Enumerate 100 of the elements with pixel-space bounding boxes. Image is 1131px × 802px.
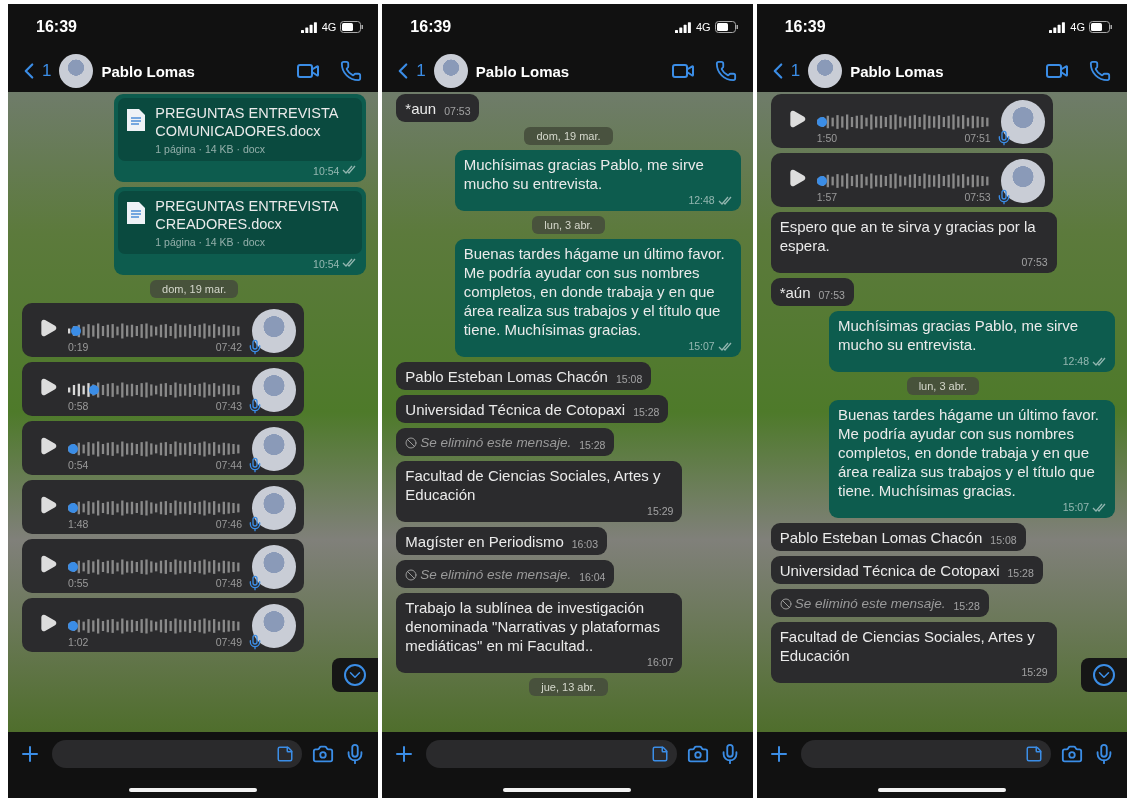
blocked-icon — [405, 568, 418, 581]
progress-thumb[interactable] — [71, 326, 82, 336]
message-text: Espero que an te sirva y gracias por la espera. — [779, 217, 1037, 255]
battery-icon — [1089, 21, 1113, 33]
avatar — [1000, 100, 1045, 144]
signal-icon — [1049, 21, 1067, 33]
signal-icon — [674, 21, 692, 33]
double-check-icon — [717, 341, 732, 351]
message-time: 07:53 — [444, 104, 471, 118]
message-text: Pablo Esteban Lomas Chacón — [779, 528, 983, 547]
sticker-icon[interactable] — [276, 745, 295, 763]
message-time: 12:48 — [688, 193, 715, 207]
back-button[interactable]: 1 — [16, 58, 52, 84]
scroll-down-button[interactable] — [332, 658, 379, 692]
waveform-track[interactable] — [68, 500, 242, 516]
document-info: 1 página · 14 KB · docx — [155, 236, 267, 248]
voice-duration: 0:55 — [68, 577, 89, 589]
document-title: PREGUNTAS ENTREVISTA CREADORES.docx — [155, 197, 340, 233]
message-input[interactable] — [52, 740, 303, 768]
camera-icon[interactable] — [312, 743, 335, 765]
status-time: 16:39 — [36, 18, 78, 36]
camera-icon[interactable] — [1061, 743, 1083, 765]
message-text: *aún — [779, 283, 811, 302]
chevron-down-icon[interactable] — [1093, 664, 1115, 686]
date-chip: lun, 3 abr. — [532, 216, 605, 234]
play-icon[interactable] — [38, 318, 58, 338]
contact-name[interactable]: Pablo Lomas — [101, 62, 283, 80]
play-icon[interactable] — [38, 613, 58, 633]
progress-thumb[interactable] — [816, 176, 827, 186]
progress-thumb[interactable] — [68, 503, 78, 513]
chevron-down-icon[interactable] — [344, 664, 367, 686]
play-icon[interactable] — [38, 436, 58, 456]
voice-duration: 1:57 — [816, 191, 838, 203]
message-time: 07:51 — [964, 132, 991, 144]
waveform-track[interactable] — [68, 323, 242, 339]
deleted-text: Se eliminó este mensaje. — [794, 595, 946, 613]
status-time: 16:39 — [784, 18, 827, 36]
voice-duration: 0:54 — [68, 459, 89, 471]
progress-thumb[interactable] — [816, 117, 827, 127]
avatar[interactable] — [808, 54, 843, 88]
progress-thumb[interactable] — [89, 385, 100, 395]
voice-duration: 1:48 — [68, 518, 89, 530]
sticker-icon[interactable] — [1025, 745, 1043, 763]
back-button[interactable]: 1 — [390, 58, 426, 84]
document-icon — [126, 108, 147, 132]
date-chip: jue, 13 abr. — [529, 678, 608, 696]
message-time: 10:54 — [313, 258, 340, 270]
message-time: 15:28 — [633, 405, 660, 419]
message-time: 15:28 — [953, 599, 980, 613]
voice-duration: 0:58 — [68, 400, 89, 412]
avatar — [252, 486, 296, 530]
contact-name[interactable]: Pablo Lomas — [850, 62, 1031, 80]
message-time: 07:48 — [215, 577, 242, 589]
play-icon[interactable] — [38, 377, 58, 397]
progress-thumb[interactable] — [68, 444, 78, 454]
play-icon[interactable] — [38, 554, 58, 574]
deleted-text: Se eliminó este mensaje. — [420, 434, 572, 452]
document-icon — [126, 201, 147, 225]
avatar[interactable] — [59, 54, 94, 88]
message-time: 15:07 — [1062, 500, 1089, 514]
avatar — [1000, 159, 1045, 203]
message-time: 07:49 — [215, 636, 242, 648]
waveform-track[interactable] — [68, 441, 242, 457]
contact-name[interactable]: Pablo Lomas — [475, 62, 657, 80]
avatar[interactable] — [433, 54, 468, 88]
network-label: 4G — [321, 21, 337, 33]
message-text: *aun — [405, 99, 437, 118]
document-title: PREGUNTAS ENTREVISTA COMUNICADORES.docx — [155, 104, 340, 140]
progress-thumb[interactable] — [68, 562, 78, 572]
message-input[interactable] — [426, 740, 677, 768]
message-text: Universidad Técnica de Cotopaxi — [779, 561, 1000, 580]
camera-icon[interactable] — [686, 743, 709, 765]
waveform-track[interactable] — [816, 114, 991, 130]
waveform-track[interactable] — [68, 382, 242, 398]
message-time: 07:53 — [1021, 255, 1048, 269]
document-message[interactable]: PREGUNTAS ENTREVISTA CREADORES.docx 1 página · 14 KB · docx 10:54 — [114, 187, 367, 275]
play-icon[interactable] — [38, 495, 58, 515]
message-text: Muchísimas gracias Pablo, me sirve mucho su entrevista. — [838, 316, 1080, 354]
message-time: 15:29 — [647, 504, 674, 518]
date-chip: lun, 3 abr. — [906, 377, 979, 395]
microphone-icon — [247, 339, 263, 355]
message-time: 07:53 — [964, 191, 991, 203]
message-text: Magíster en Periodismo — [405, 532, 564, 551]
microphone-icon — [247, 575, 263, 591]
back-button[interactable]: 1 — [764, 58, 801, 84]
microphone-icon — [247, 516, 263, 532]
message-input[interactable] — [800, 740, 1051, 768]
sticker-icon[interactable] — [650, 745, 669, 763]
progress-thumb[interactable] — [68, 621, 78, 631]
message-time: 15:28 — [579, 438, 606, 452]
waveform-track[interactable] — [68, 618, 242, 634]
avatar — [252, 604, 296, 648]
waveform-track[interactable] — [68, 559, 242, 575]
waveform-track[interactable] — [816, 173, 991, 189]
voice-duration: 1:02 — [68, 636, 89, 648]
battery-icon — [340, 21, 365, 33]
document-message[interactable]: PREGUNTAS ENTREVISTA COMUNICADORES.docx 1 página · 14 KB · docx 10:54 — [114, 94, 367, 182]
avatar — [252, 368, 296, 412]
message-text: Buenas tardes hágame un último favor. Me podría ayudar con sus nombres completos, en donde trabaja y en que área realiza sus trabajos y el título que tiene. Muchísimas gracias. — [838, 405, 1100, 500]
message-time: 15:28 — [1007, 566, 1034, 580]
